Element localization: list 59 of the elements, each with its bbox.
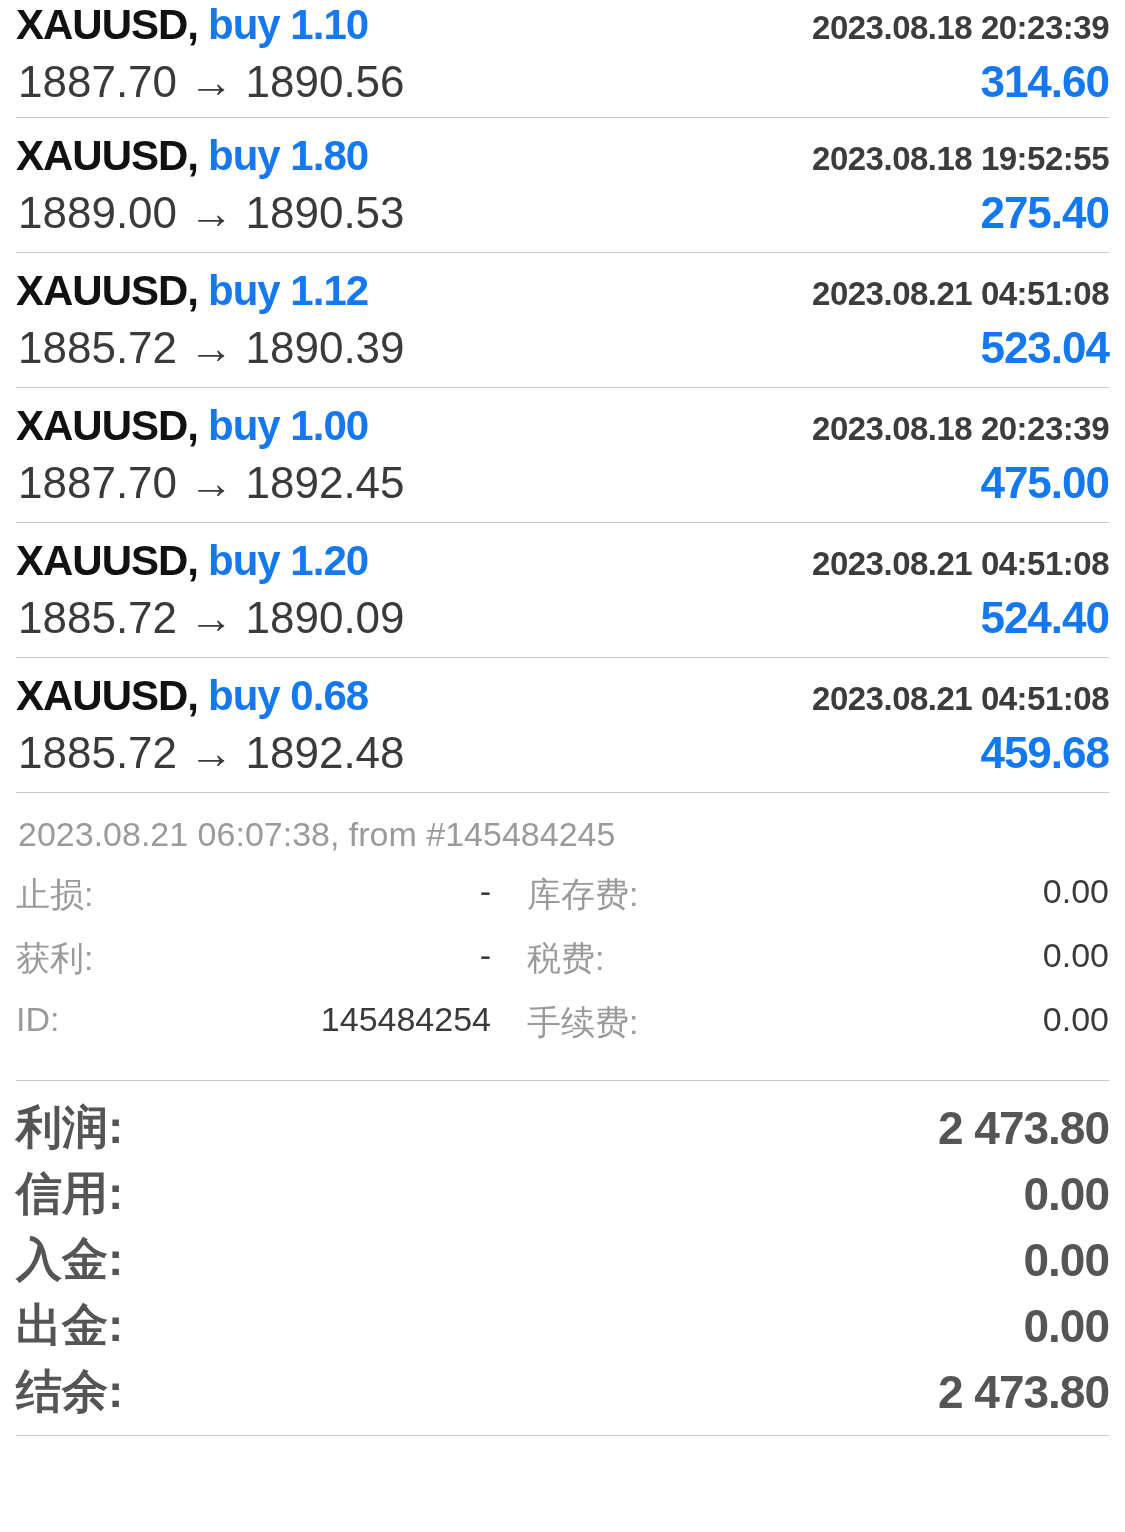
summary-value: 0.00	[1023, 1233, 1109, 1287]
trade-side: buy 1.10	[208, 1, 369, 48]
detail-value: 0.00	[1042, 936, 1109, 976]
trade-time: 2023.08.21 04:51:08	[812, 545, 1109, 583]
trade-prices: 1889.00 → 1890.53	[17, 188, 405, 238]
trade-row[interactable]: XAUUSD, buy 0.68 2023.08.21 04:51:08 1885.72 → 1892.48 459.68	[16, 658, 1109, 793]
trade-prices: 1885.72 → 1892.48	[17, 728, 405, 778]
trade-row[interactable]: XAUUSD, buy 1.00 2023.08.18 20:23:39 1887.70 → 1892.45 475.00	[16, 388, 1109, 523]
summary-value: 0.00	[1023, 1299, 1109, 1353]
trade-profit: 275.40	[980, 188, 1109, 238]
trade-side: buy 1.20	[208, 537, 369, 584]
detail-label: 税费:	[527, 938, 605, 979]
trade-symbol: XAUUSD,	[16, 537, 199, 584]
trade-symbol: XAUUSD,	[16, 267, 199, 314]
detail-value: 145484254	[319, 1000, 491, 1040]
trade-side: buy 1.12	[208, 267, 369, 314]
detail-value: 0.00	[1042, 872, 1109, 912]
summary-label: 利润:	[16, 1100, 124, 1155]
detail-value: -	[478, 936, 491, 976]
trade-prices: 1885.72 → 1890.39	[17, 323, 405, 373]
detail-label: 止损:	[16, 874, 95, 915]
detail-label: 获利:	[16, 938, 95, 979]
trade-profit: 523.04	[980, 323, 1109, 373]
summary-label: 入金:	[16, 1232, 124, 1287]
trade-row[interactable]: XAUUSD, buy 1.12 2023.08.21 04:51:08 1885.72 → 1890.39 523.04	[16, 253, 1109, 388]
trade-profit: 475.00	[980, 458, 1109, 508]
trade-side: buy 0.68	[208, 672, 369, 719]
detail-label: ID:	[16, 1000, 61, 1040]
trade-profit: 459.68	[980, 728, 1109, 778]
summary-label: 结余:	[16, 1364, 124, 1419]
trade-time: 2023.08.21 04:51:08	[812, 275, 1109, 313]
detail-value: 0.00	[1042, 1000, 1109, 1040]
trade-time: 2023.08.18 19:52:55	[812, 140, 1109, 178]
trade-row[interactable]: XAUUSD, buy 1.10 2023.08.18 20:23:39 1887.70 → 1890.56 314.60	[16, 0, 1109, 118]
trade-symbol: XAUUSD,	[16, 132, 199, 179]
trade-row[interactable]: XAUUSD, buy 1.20 2023.08.21 04:51:08 1885.72 → 1890.09 524.40	[16, 523, 1109, 658]
summary-value: 0.00	[1023, 1167, 1109, 1221]
summary-value: 2 473.80	[937, 1365, 1109, 1419]
summary-label: 信用:	[16, 1166, 124, 1221]
trade-symbol: XAUUSD,	[16, 1, 199, 48]
trade-side: buy 1.80	[208, 132, 369, 179]
trade-profit: 524.40	[980, 593, 1109, 643]
trade-prices: 1885.72 → 1890.09	[17, 593, 405, 643]
trade-time: 2023.08.18 20:23:39	[812, 9, 1109, 47]
detail-label: 手续费:	[527, 1002, 639, 1043]
summary-label: 出金:	[16, 1298, 124, 1353]
summary-value: 2 473.80	[937, 1101, 1109, 1155]
trade-prices: 1887.70 → 1892.45	[17, 458, 405, 508]
trade-row[interactable]: XAUUSD, buy 1.80 2023.08.18 19:52:55 1889.00 → 1890.53 275.40	[16, 118, 1109, 253]
trade-symbol: XAUUSD,	[16, 402, 199, 449]
detail-label: 库存费:	[527, 874, 639, 915]
trade-comment: 2023.08.21 06:07:38, from #145484245	[18, 815, 617, 854]
trade-time: 2023.08.21 04:51:08	[812, 680, 1109, 718]
trade-time: 2023.08.18 20:23:39	[812, 410, 1109, 448]
trade-profit: 314.60	[980, 57, 1109, 107]
trade-symbol: XAUUSD,	[16, 672, 199, 719]
detail-value: -	[478, 872, 491, 912]
trade-prices: 1887.70 → 1890.56	[17, 57, 405, 107]
trade-side: buy 1.00	[208, 402, 369, 449]
